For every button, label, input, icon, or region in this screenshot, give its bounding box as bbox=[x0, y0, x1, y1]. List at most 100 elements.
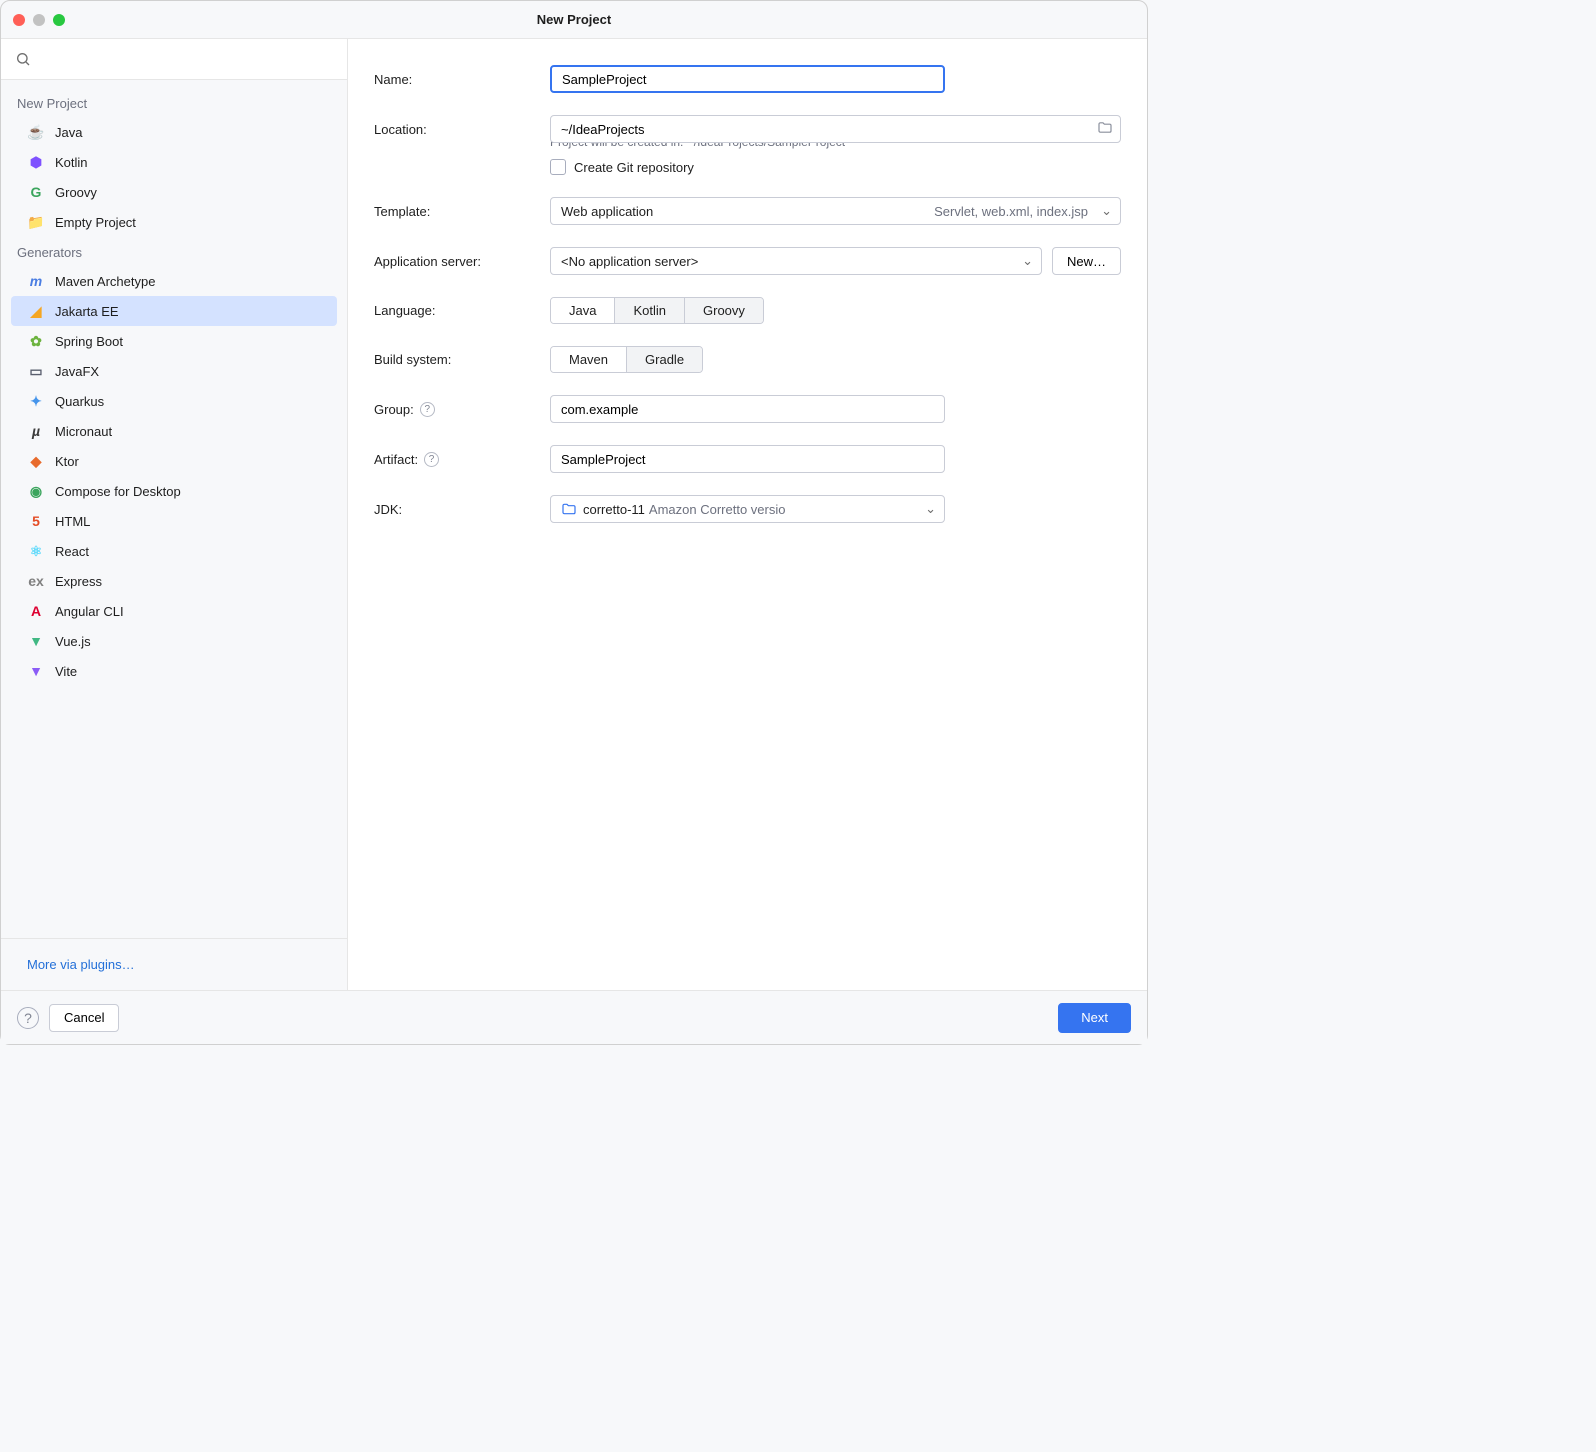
groovy-icon: G bbox=[27, 183, 45, 201]
sidebar-item-maven-archetype[interactable]: m Maven Archetype bbox=[11, 266, 337, 296]
artifact-input[interactable] bbox=[550, 445, 945, 473]
sidebar-item-label: Jakarta EE bbox=[55, 304, 119, 319]
sidebar-item-label: Quarkus bbox=[55, 394, 104, 409]
main-form: Name: Location: Project will be created … bbox=[348, 39, 1147, 990]
group-input[interactable] bbox=[550, 395, 945, 423]
footer: ? Cancel Next bbox=[1, 990, 1147, 1044]
sidebar-item-quarkus[interactable]: ✦ Quarkus bbox=[11, 386, 337, 416]
appserver-label: Application server: bbox=[374, 254, 550, 269]
build-segmented: MavenGradle bbox=[550, 346, 703, 373]
spring-icon: ✿ bbox=[27, 332, 45, 350]
sidebar-item-label: Java bbox=[55, 125, 82, 140]
appserver-new-button[interactable]: New… bbox=[1052, 247, 1121, 275]
sidebar-item-label: JavaFX bbox=[55, 364, 99, 379]
titlebar: New Project bbox=[1, 1, 1147, 39]
section-label: New Project bbox=[1, 88, 347, 117]
sidebar-item-java[interactable]: ☕ Java bbox=[11, 117, 337, 147]
location-input[interactable] bbox=[550, 115, 1121, 143]
express-icon: ex bbox=[27, 572, 45, 590]
jdk-secondary: Amazon Corretto versio bbox=[649, 502, 786, 517]
sidebar-item-label: Angular CLI bbox=[55, 604, 124, 619]
template-label: Template: bbox=[374, 204, 550, 219]
template-select[interactable]: Web application Servlet, web.xml, index.… bbox=[550, 197, 1121, 225]
sidebar-item-spring-boot[interactable]: ✿ Spring Boot bbox=[11, 326, 337, 356]
sidebar-item-kotlin[interactable]: ⬢ Kotlin bbox=[11, 147, 337, 177]
sidebar-item-angular-cli[interactable]: A Angular CLI bbox=[11, 596, 337, 626]
cancel-button[interactable]: Cancel bbox=[49, 1004, 119, 1032]
build-option-maven[interactable]: Maven bbox=[551, 347, 627, 372]
sidebar-item-micronaut[interactable]: µ Micronaut bbox=[11, 416, 337, 446]
sidebar-item-html[interactable]: 5 HTML bbox=[11, 506, 337, 536]
sidebar-item-react[interactable]: ⚛ React bbox=[11, 536, 337, 566]
quarkus-icon: ✦ bbox=[27, 392, 45, 410]
sidebar-item-label: HTML bbox=[55, 514, 90, 529]
micronaut-icon: µ bbox=[27, 422, 45, 440]
more-plugins-link[interactable]: More via plugins… bbox=[27, 957, 135, 972]
compose-icon: ◉ bbox=[27, 482, 45, 500]
name-input[interactable] bbox=[550, 65, 945, 93]
name-label: Name: bbox=[374, 72, 550, 87]
react-icon: ⚛ bbox=[27, 542, 45, 560]
search-box[interactable] bbox=[1, 39, 347, 80]
build-label: Build system: bbox=[374, 352, 550, 367]
build-option-gradle[interactable]: Gradle bbox=[627, 347, 702, 372]
language-label: Language: bbox=[374, 303, 550, 318]
java-icon: ☕ bbox=[27, 123, 45, 141]
search-input[interactable] bbox=[39, 52, 333, 67]
next-button[interactable]: Next bbox=[1058, 1003, 1131, 1033]
jdk-folder-icon bbox=[561, 501, 577, 517]
sidebar-item-label: Micronaut bbox=[55, 424, 112, 439]
angular-icon: A bbox=[27, 602, 45, 620]
javafx-icon: ▭ bbox=[27, 362, 45, 380]
ktor-icon: ◆ bbox=[27, 452, 45, 470]
template-secondary: Servlet, web.xml, index.jsp bbox=[934, 204, 1088, 219]
window-close-button[interactable] bbox=[13, 14, 25, 26]
sidebar-item-label: Maven Archetype bbox=[55, 274, 155, 289]
sidebar-item-jakarta-ee[interactable]: ◢ Jakarta EE bbox=[11, 296, 337, 326]
git-checkbox[interactable] bbox=[550, 159, 566, 175]
sidebar-item-label: Spring Boot bbox=[55, 334, 123, 349]
appserver-select[interactable]: <No application server> ⌄ bbox=[550, 247, 1042, 275]
browse-folder-icon[interactable] bbox=[1097, 120, 1113, 139]
help-icon[interactable]: ? bbox=[420, 402, 435, 417]
sidebar-item-label: Empty Project bbox=[55, 215, 136, 230]
jdk-select[interactable]: corretto-11 Amazon Corretto versio ⌄ bbox=[550, 495, 945, 523]
appserver-value: <No application server> bbox=[561, 254, 698, 269]
window-minimize-button[interactable] bbox=[33, 14, 45, 26]
template-value: Web application bbox=[561, 204, 653, 219]
sidebar-item-groovy[interactable]: G Groovy bbox=[11, 177, 337, 207]
sidebar-item-label: React bbox=[55, 544, 89, 559]
language-option-kotlin[interactable]: Kotlin bbox=[615, 298, 685, 323]
chevron-down-icon: ⌄ bbox=[925, 501, 936, 517]
window-title: New Project bbox=[1, 12, 1147, 27]
kotlin-icon: ⬢ bbox=[27, 153, 45, 171]
language-segmented: JavaKotlinGroovy bbox=[550, 297, 764, 324]
help-icon[interactable]: ? bbox=[424, 452, 439, 467]
vue-icon: ▼ bbox=[27, 632, 45, 650]
folder-icon: 📁 bbox=[27, 213, 45, 231]
help-button[interactable]: ? bbox=[17, 1007, 39, 1029]
group-label: Group: ? bbox=[374, 402, 550, 417]
sidebar-item-compose-for-desktop[interactable]: ◉Compose for Desktop bbox=[11, 476, 337, 506]
sidebar-item-label: Express bbox=[55, 574, 102, 589]
language-option-groovy[interactable]: Groovy bbox=[685, 298, 763, 323]
sidebar-item-javafx[interactable]: ▭ JavaFX bbox=[11, 356, 337, 386]
jakarta-icon: ◢ bbox=[27, 302, 45, 320]
maven-icon: m bbox=[27, 272, 45, 290]
sidebar-item-express[interactable]: ex Express bbox=[11, 566, 337, 596]
sidebar-item-vue-js[interactable]: ▼ Vue.js bbox=[11, 626, 337, 656]
html5-icon: 5 bbox=[27, 512, 45, 530]
language-option-java[interactable]: Java bbox=[551, 298, 615, 323]
sidebar-item-label: Groovy bbox=[55, 185, 97, 200]
sidebar-item-ktor[interactable]: ◆Ktor bbox=[11, 446, 337, 476]
jdk-value: corretto-11 bbox=[583, 502, 645, 517]
jdk-label: JDK: bbox=[374, 502, 550, 517]
sidebar-item-label: Vue.js bbox=[55, 634, 91, 649]
search-icon bbox=[15, 51, 31, 67]
sidebar-item-empty-project[interactable]: 📁 Empty Project bbox=[11, 207, 337, 237]
sidebar-item-label: Kotlin bbox=[55, 155, 88, 170]
window-maximize-button[interactable] bbox=[53, 14, 65, 26]
artifact-label: Artifact: ? bbox=[374, 452, 550, 467]
sidebar-item-vite[interactable]: ▼Vite bbox=[11, 656, 337, 686]
vite-icon: ▼ bbox=[27, 662, 45, 680]
